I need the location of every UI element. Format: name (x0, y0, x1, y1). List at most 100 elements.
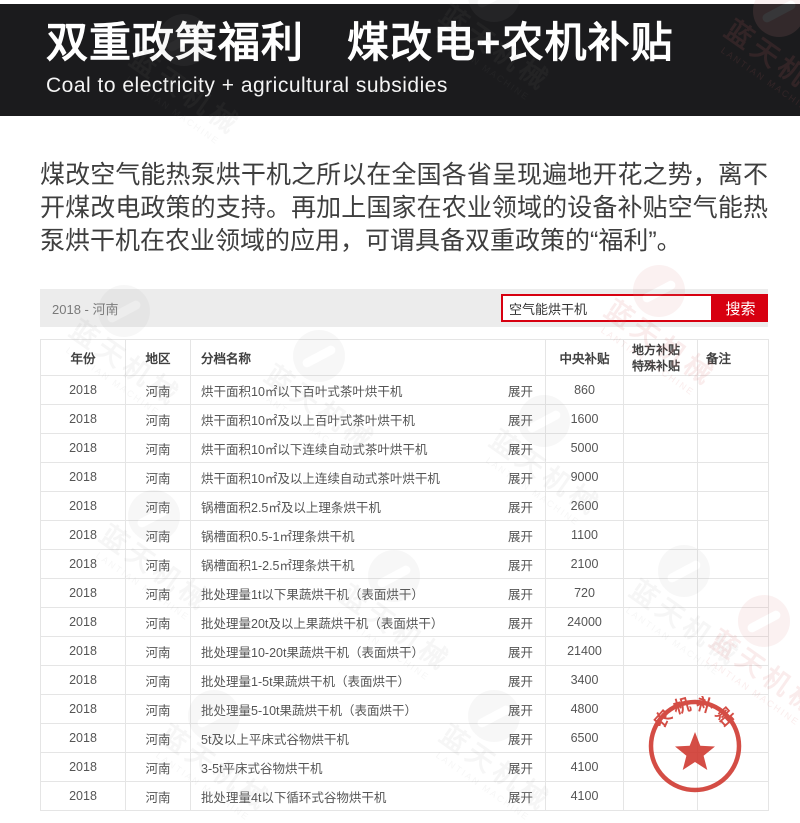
search-button[interactable]: 搜索 (713, 294, 768, 322)
tier-name-text: 锅槽面积1-2.5㎡理条烘干机 (201, 555, 355, 574)
tier-name-text: 批处理量20t及以上果蔬烘干机（表面烘干） (201, 613, 443, 632)
table-row: 2018 河南 锅槽面积0.5-1㎡理条烘干机 展开 1100 (41, 521, 769, 550)
note-cell (698, 376, 769, 405)
central-subsidy-cell: 6500 (546, 724, 624, 753)
local-subsidy-cell (624, 608, 698, 637)
tier-name-cell: 批处理量1-5t果蔬烘干机（表面烘干） 展开 (191, 666, 546, 695)
expand-link[interactable]: 展开 (508, 468, 533, 487)
central-subsidy-cell: 5000 (546, 434, 624, 463)
column-header-tier-name: 分档名称 (191, 340, 546, 376)
tier-name-text: 烘干面积10㎡及以上百叶式茶叶烘干机 (201, 410, 415, 429)
tier-name-cell: 锅槽面积1-2.5㎡理条烘干机 展开 (191, 550, 546, 579)
local-subsidy-cell (624, 637, 698, 666)
central-subsidy-cell: 21400 (546, 637, 624, 666)
region-cell: 河南 (126, 492, 191, 521)
tier-name-text: 锅槽面积2.5㎡及以上理条烘干机 (201, 497, 381, 516)
region-cell: 河南 (126, 666, 191, 695)
tier-name-cell: 5t及以上平床式谷物烘干机 展开 (191, 724, 546, 753)
central-subsidy-cell: 2600 (546, 492, 624, 521)
region-cell: 河南 (126, 782, 191, 811)
central-subsidy-cell: 1600 (546, 405, 624, 434)
expand-link[interactable]: 展开 (508, 642, 533, 661)
central-subsidy-cell: 720 (546, 579, 624, 608)
tier-name-text: 锅槽面积0.5-1㎡理条烘干机 (201, 526, 355, 545)
year-cell: 2018 (41, 376, 126, 405)
expand-link[interactable]: 展开 (508, 526, 533, 545)
expand-link[interactable]: 展开 (508, 410, 533, 429)
expand-link[interactable]: 展开 (508, 700, 533, 719)
note-cell (698, 666, 769, 695)
expand-link[interactable]: 展开 (508, 758, 533, 777)
region-cell: 河南 (126, 608, 191, 637)
expand-link[interactable]: 展开 (508, 671, 533, 690)
region-cell: 河南 (126, 724, 191, 753)
table-row: 2018 河南 批处理量20t及以上果蔬烘干机（表面烘干） 展开 24000 (41, 608, 769, 637)
expand-link[interactable]: 展开 (508, 381, 533, 400)
year-cell: 2018 (41, 782, 126, 811)
year-cell: 2018 (41, 695, 126, 724)
region-cell: 河南 (126, 695, 191, 724)
region-cell: 河南 (126, 579, 191, 608)
year-cell: 2018 (41, 637, 126, 666)
filter-label: 2018 - 河南 (52, 299, 118, 318)
page-title: 双重政策福利 煤改电+农机补贴 (46, 22, 800, 64)
note-cell (698, 521, 769, 550)
tier-name-text: 批处理量4t以下循环式谷物烘干机 (201, 787, 386, 806)
expand-link[interactable]: 展开 (508, 497, 533, 516)
expand-link[interactable]: 展开 (508, 555, 533, 574)
central-subsidy-cell: 4100 (546, 753, 624, 782)
tier-name-cell: 烘干面积10㎡及以上连续自动式茶叶烘干机 展开 (191, 463, 546, 492)
year-cell: 2018 (41, 492, 126, 521)
year-cell: 2018 (41, 550, 126, 579)
central-subsidy-cell: 1100 (546, 521, 624, 550)
local-subsidy-cell (624, 521, 698, 550)
expand-link[interactable]: 展开 (508, 729, 533, 748)
year-cell: 2018 (41, 666, 126, 695)
note-cell (698, 608, 769, 637)
page-subtitle: Coal to electricity + agricultural subsi… (46, 74, 800, 98)
central-subsidy-cell: 3400 (546, 666, 624, 695)
tier-name-text: 批处理量5-10t果蔬烘干机（表面烘干） (201, 700, 417, 719)
region-cell: 河南 (126, 376, 191, 405)
expand-link[interactable]: 展开 (508, 613, 533, 632)
column-header-central-subsidy: 中央补贴 (546, 340, 624, 376)
note-cell (698, 637, 769, 666)
expand-link[interactable]: 展开 (508, 584, 533, 603)
note-cell (698, 405, 769, 434)
tier-name-cell: 锅槽面积2.5㎡及以上理条烘干机 展开 (191, 492, 546, 521)
central-subsidy-cell: 24000 (546, 608, 624, 637)
expand-link[interactable]: 展开 (508, 787, 533, 806)
local-subsidy-cell (624, 579, 698, 608)
tier-name-cell: 3-5t平床式谷物烘干机 展开 (191, 753, 546, 782)
local-subsidy-cell (624, 405, 698, 434)
table-row: 2018 河南 烘干面积10㎡以下百叶式茶叶烘干机 展开 860 (41, 376, 769, 405)
table-row: 2018 河南 烘干面积10㎡及以上连续自动式茶叶烘干机 展开 9000 (41, 463, 769, 492)
tier-name-cell: 批处理量5-10t果蔬烘干机（表面烘干） 展开 (191, 695, 546, 724)
tier-name-text: 烘干面积10㎡以下百叶式茶叶烘干机 (201, 381, 402, 400)
tier-name-cell: 烘干面积10㎡及以上百叶式茶叶烘干机 展开 (191, 405, 546, 434)
search-input[interactable] (501, 294, 713, 322)
tier-name-cell: 锅槽面积0.5-1㎡理条烘干机 展开 (191, 521, 546, 550)
page: 双重政策福利 煤改电+农机补贴 Coal to electricity + ag… (0, 0, 800, 823)
region-cell: 河南 (126, 434, 191, 463)
tier-name-text: 3-5t平床式谷物烘干机 (201, 758, 323, 777)
page-header: 双重政策福利 煤改电+农机补贴 Coal to electricity + ag… (0, 4, 800, 116)
local-subsidy-cell (624, 666, 698, 695)
region-cell: 河南 (126, 405, 191, 434)
local-subsidy-cell (624, 434, 698, 463)
tier-name-text: 烘干面积10㎡及以上连续自动式茶叶烘干机 (201, 468, 440, 487)
note-cell (698, 434, 769, 463)
region-cell: 河南 (126, 463, 191, 492)
year-cell: 2018 (41, 434, 126, 463)
column-header-region: 地区 (126, 340, 191, 376)
local-subsidy-cell (624, 463, 698, 492)
region-cell: 河南 (126, 521, 191, 550)
tier-name-text: 批处理量1-5t果蔬烘干机（表面烘干） (201, 671, 410, 690)
tier-name-text: 批处理量1t以下果蔬烘干机（表面烘干） (201, 584, 424, 603)
table-header-row: 年份 地区 分档名称 中央补贴 地方补贴 特殊补贴 备注 (41, 340, 769, 376)
local-subsidy-cell (624, 376, 698, 405)
note-cell (698, 463, 769, 492)
central-subsidy-cell: 2100 (546, 550, 624, 579)
note-cell (698, 492, 769, 521)
expand-link[interactable]: 展开 (508, 439, 533, 458)
